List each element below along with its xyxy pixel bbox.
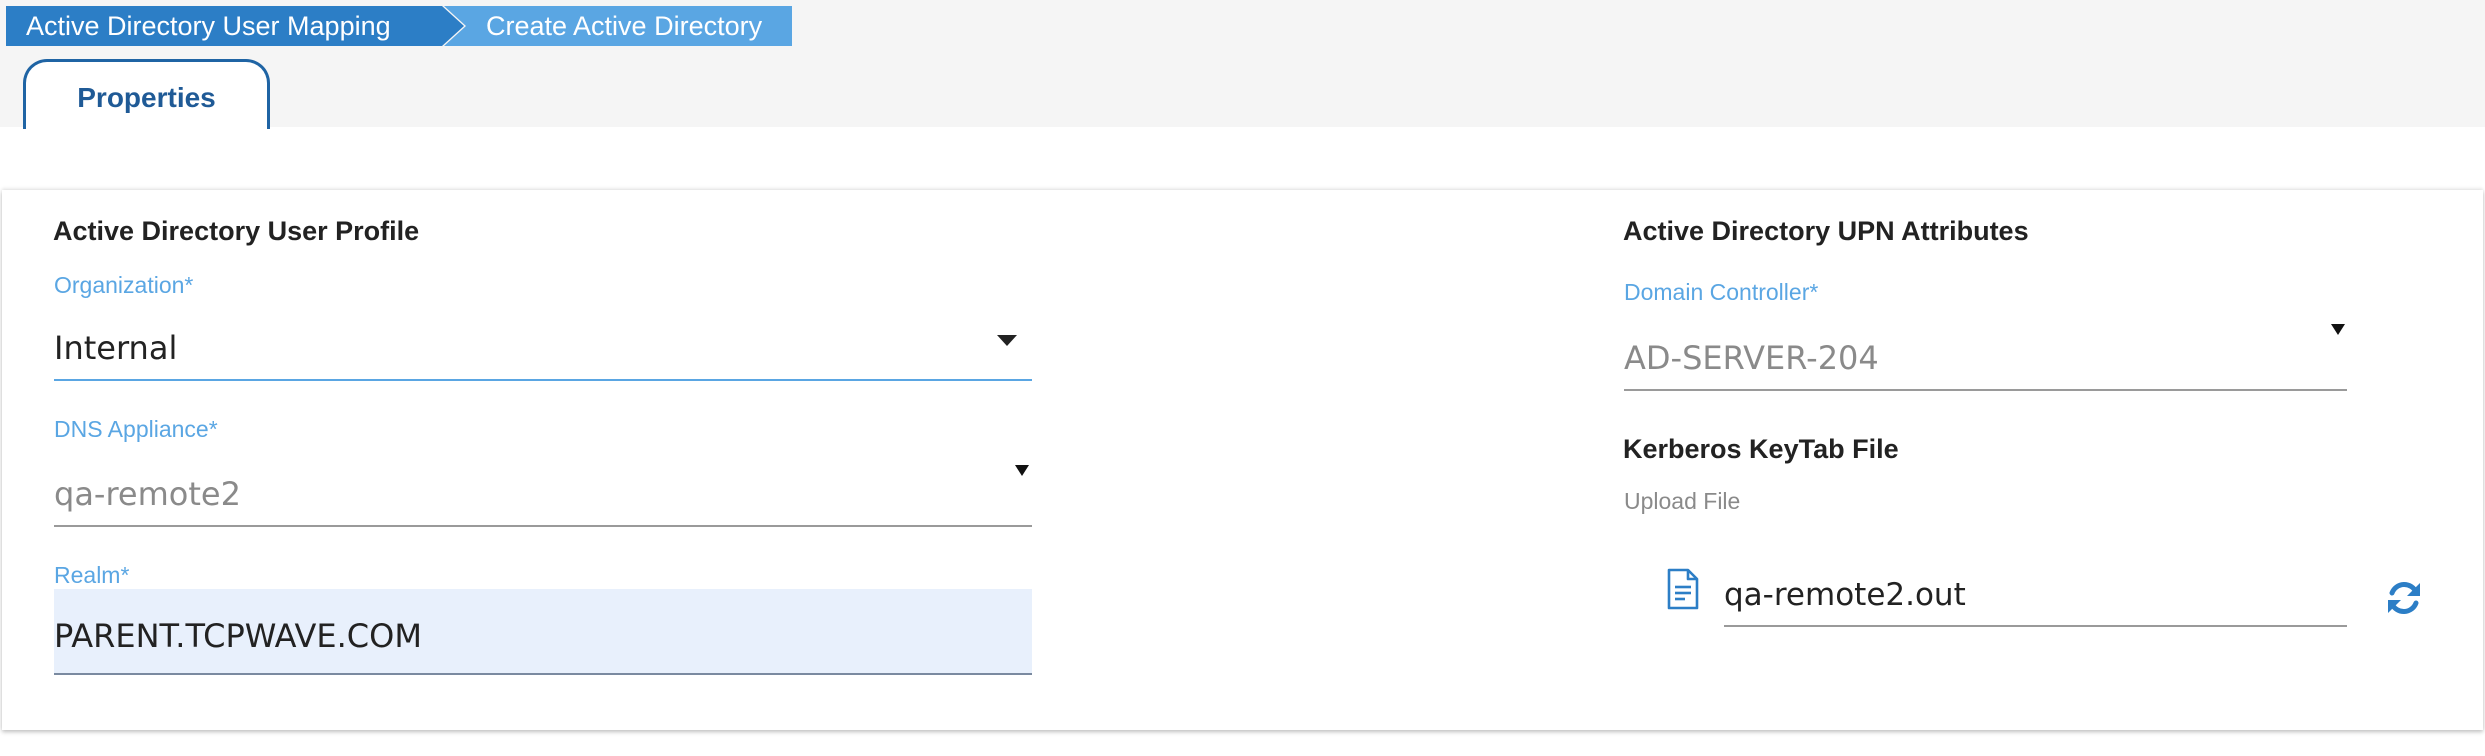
organization-select[interactable]: Internal [54,308,1032,381]
domain-controller-label: Domain Controller* [1624,279,1819,305]
organization-label: Organization* [54,272,194,298]
domain-controller-value: AD-SERVER-204 [1624,339,1879,377]
dns-appliance-value: qa-remote2 [54,475,241,513]
breadcrumb-item-ad-user-mapping[interactable]: Active Directory User Mapping [6,6,464,46]
organization-value: Internal [54,329,178,367]
document-icon[interactable] [1666,568,1700,610]
dns-appliance-select[interactable]: qa-remote2 [54,452,1032,527]
caret-down-icon [1015,465,1029,476]
tab-properties[interactable]: Properties [23,59,270,129]
dns-appliance-label: DNS Appliance* [54,416,218,442]
properties-card: Active Directory User Profile Organizati… [2,190,2483,730]
caret-down-icon [997,335,1017,346]
domain-controller-select[interactable]: AD-SERVER-204 [1624,308,2347,391]
upload-file-label: Upload File [1624,488,1741,514]
breadcrumb-item-create-ad[interactable]: Create Active Directory [444,6,792,46]
realm-label: Realm* [54,562,130,588]
keytab-file-name-value: qa-remote2.out [1724,577,1966,613]
realm-input[interactable]: PARENT.TCPWAVE.COM [54,589,1032,675]
ad-user-profile-title: Active Directory User Profile [53,216,420,246]
refresh-icon[interactable] [2385,579,2423,617]
ad-upn-attributes-title: Active Directory UPN Attributes [1623,216,2029,246]
kerberos-keytab-title: Kerberos KeyTab File [1623,434,1899,464]
realm-value: PARENT.TCPWAVE.COM [54,617,422,655]
caret-down-icon [2331,324,2345,335]
keytab-file-name[interactable]: qa-remote2.out [1724,554,2347,627]
